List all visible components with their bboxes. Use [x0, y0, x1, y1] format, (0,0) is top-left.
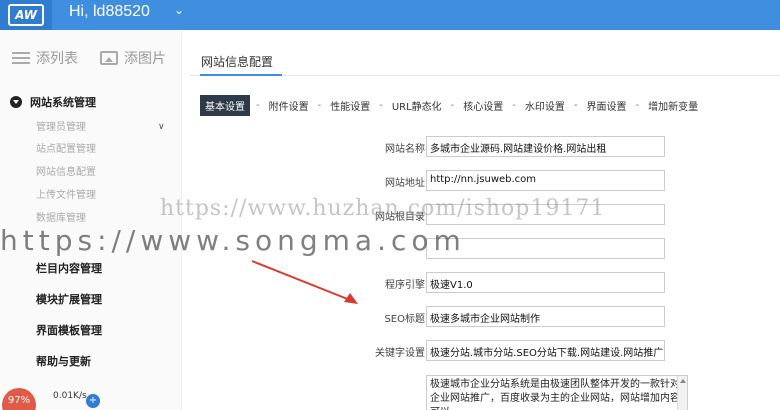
title-underline — [200, 74, 282, 76]
sidebar-item-content[interactable]: 栏目内容管理 — [36, 260, 102, 276]
sidebar-item-site-config[interactable]: 站点配置管理 — [36, 140, 96, 155]
tab-separator: - — [379, 100, 383, 111]
keywords-input[interactable]: 极速分站.城市分站.SEO分站下载.网站建设.网站推广 — [426, 340, 665, 361]
sidebar-item-admins[interactable]: 管理员管理 — [36, 118, 86, 133]
tab-separator: - — [317, 100, 322, 111]
chevron-down-icon[interactable]: ⌄ — [174, 3, 184, 17]
sidebar-item-uploads[interactable]: 上传文件管理 — [36, 186, 96, 201]
list-icon — [12, 51, 30, 65]
top-header: AW Hi, ld88520 ⌄ — [0, 0, 780, 30]
collapse-circle-icon — [10, 96, 22, 108]
chevron-down-icon[interactable]: ∨ — [158, 122, 165, 132]
sidebar-item-help[interactable]: 帮助与更新 — [36, 353, 91, 369]
watermark-songma: https://www.songma.com — [0, 224, 466, 257]
image-icon — [100, 51, 118, 65]
description-textarea[interactable]: 极速城市企业分站系统是由极速团队整体开发的一款针对企业网站推广，百度收录为主的企… — [426, 375, 688, 410]
network-status-widget[interactable]: 97% 0.01K/s + — [0, 384, 110, 410]
form-row-site-name: 网站名称： 多城市企业源码.网站建设价格.网站出租 — [190, 136, 780, 158]
add-list-button[interactable]: 添列表 — [12, 48, 78, 68]
sidebar: 添列表 添图片 网站系统管理 管理员管理 ∨ 站点配置管理 网站信息配置 上传文… — [0, 30, 182, 410]
usage-percent-badge: 97% — [2, 388, 36, 410]
seo-title-input[interactable]: 极速多城市企业网站制作 — [426, 306, 665, 327]
tab-url-static[interactable]: URL静态化 — [389, 96, 445, 115]
tab-interface[interactable]: 界面设置 — [584, 96, 630, 115]
textarea-scrollbar[interactable] — [677, 376, 687, 410]
engine-input[interactable]: 极速V1.0 — [426, 272, 665, 293]
app-logo[interactable]: AW — [0, 0, 52, 30]
add-image-button[interactable]: 添图片 — [100, 48, 166, 68]
logo-text: AW — [8, 4, 44, 26]
plus-icon[interactable]: + — [86, 394, 100, 408]
network-speed: 0.01K/s — [53, 391, 87, 401]
watermark-huzhan: https://www.huzhan.com/ishop19171 — [160, 196, 606, 221]
sidebar-item-site-info[interactable]: 网站信息配置 — [36, 163, 96, 178]
description-text: 极速城市企业分站系统是由极速团队整体开发的一款针对企业网站推广，百度收录为主的企… — [430, 379, 680, 410]
tab-basic[interactable]: 基本设置 — [200, 95, 250, 116]
sidebar-item-modules[interactable]: 模块扩展管理 — [36, 291, 102, 307]
site-url-input[interactable]: http://nn.jsuweb.com — [426, 170, 665, 191]
tab-separator: - — [256, 100, 260, 111]
form-row-seo-title: SEO标题： 极速多城市企业网站制作 — [190, 306, 780, 328]
tab-core[interactable]: 核心设置 — [460, 96, 506, 115]
add-list-label: 添列表 — [36, 51, 78, 67]
sidebar-item-templates[interactable]: 界面模板管理 — [36, 322, 102, 338]
sidebar-section-system[interactable]: 网站系统管理 — [10, 94, 96, 110]
site-name-input[interactable]: 多城市企业源码.网站建设价格.网站出租 — [426, 136, 665, 157]
tab-add-variable[interactable]: 增加新变量 — [645, 96, 701, 115]
tab-performance[interactable]: 性能设置 — [327, 96, 373, 115]
add-image-label: 添图片 — [124, 51, 166, 67]
form-row-keywords: 关键字设置： 极速分站.城市分站.SEO分站下载.网站建设.网站推广 — [190, 340, 780, 362]
tab-separator: - — [635, 100, 640, 111]
page-title: 网站信息配置 — [201, 55, 274, 69]
tab-watermark[interactable]: 水印设置 — [522, 96, 568, 115]
tab-separator: - — [450, 100, 455, 111]
form-row-site-url: 网站地址： http://nn.jsuweb.com — [190, 170, 780, 192]
annotation-arrow — [251, 260, 358, 304]
settings-tabs: 基本设置 - 附件设置 - 性能设置 - URL静态化 - 核心设置 - 水印设… — [200, 95, 701, 116]
tab-separator: - — [573, 100, 578, 111]
user-greeting[interactable]: Hi, ld88520 — [69, 0, 150, 30]
section-title: 网站系统管理 — [30, 96, 96, 109]
sidebar-item-database[interactable]: 数据库管理 — [36, 209, 86, 224]
tab-attachments[interactable]: 附件设置 — [266, 96, 312, 115]
tab-separator: - — [512, 100, 516, 111]
